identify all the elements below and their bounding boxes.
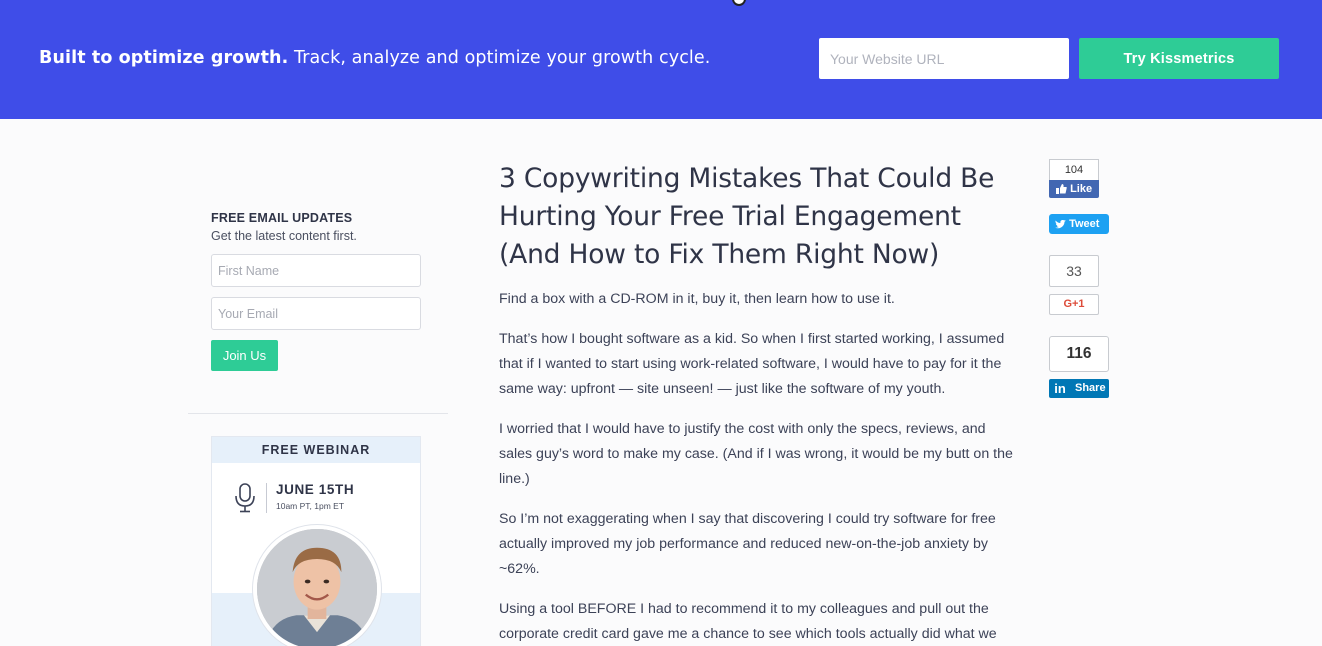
article-paragraph: Using a tool BEFORE I had to recommend i… bbox=[499, 601, 997, 642]
mouse-cursor-icon bbox=[732, 0, 746, 6]
first-name-field[interactable] bbox=[211, 254, 421, 287]
linkedin-share-label: Share bbox=[1075, 382, 1106, 394]
signup-title: FREE EMAIL UPDATES bbox=[211, 211, 353, 225]
webinar-separator bbox=[266, 483, 267, 513]
googleplus-button[interactable]: G+1 bbox=[1049, 294, 1099, 315]
linkedin-share-button[interactable]: in Share bbox=[1049, 379, 1109, 398]
signup-subtitle: Get the latest content first. bbox=[211, 229, 357, 243]
article-paragraph: So I’m not exaggerating when I say that … bbox=[499, 511, 996, 577]
banner-headline-rest: Track, analyze and optimize your growth … bbox=[288, 48, 711, 68]
facebook-like-label: Like bbox=[1070, 183, 1093, 195]
presenter-avatar bbox=[253, 525, 381, 646]
linkedin-icon: in bbox=[1054, 381, 1066, 396]
article-paragraph: I worried that I would have to justify t… bbox=[499, 421, 1013, 487]
website-url-input[interactable] bbox=[819, 38, 1069, 79]
presenter-photo bbox=[257, 529, 377, 646]
email-field[interactable] bbox=[211, 297, 421, 330]
webinar-date: JUNE 15TH bbox=[276, 482, 355, 497]
article-paragraph: Find a box with a CD-ROM in it, buy it, … bbox=[499, 291, 895, 307]
twitter-bird-icon bbox=[1055, 219, 1066, 228]
thumbs-up-icon bbox=[1056, 184, 1067, 195]
top-banner: Built to optimize growth. Track, analyze… bbox=[0, 0, 1322, 119]
webinar-card[interactable]: FREE WEBINAR JUNE 15TH 10am PT, 1pm ET bbox=[211, 436, 421, 646]
facebook-like-button[interactable]: Like bbox=[1049, 180, 1099, 198]
article-title: 3 Copywriting Mistakes That Could Be Hur… bbox=[499, 163, 995, 270]
join-us-button[interactable]: Join Us bbox=[211, 340, 278, 371]
microphone-icon bbox=[235, 483, 255, 513]
banner-headline: Built to optimize growth. Track, analyze… bbox=[39, 48, 710, 68]
webinar-heading: FREE WEBINAR bbox=[212, 437, 420, 463]
tweet-button[interactable]: Tweet bbox=[1049, 214, 1109, 234]
banner-headline-bold: Built to optimize growth. bbox=[39, 48, 289, 68]
sidebar-divider bbox=[188, 413, 448, 414]
tweet-label: Tweet bbox=[1069, 218, 1100, 230]
googleplus-count: 33 bbox=[1049, 255, 1099, 287]
try-kissmetrics-button[interactable]: Try Kissmetrics bbox=[1079, 38, 1279, 79]
facebook-like-count: 104 bbox=[1049, 159, 1099, 181]
webinar-times: 10am PT, 1pm ET bbox=[276, 501, 345, 511]
linkedin-share-count: 116 bbox=[1049, 336, 1109, 372]
article-paragraph: That’s how I bought software as a kid. S… bbox=[499, 331, 1005, 397]
